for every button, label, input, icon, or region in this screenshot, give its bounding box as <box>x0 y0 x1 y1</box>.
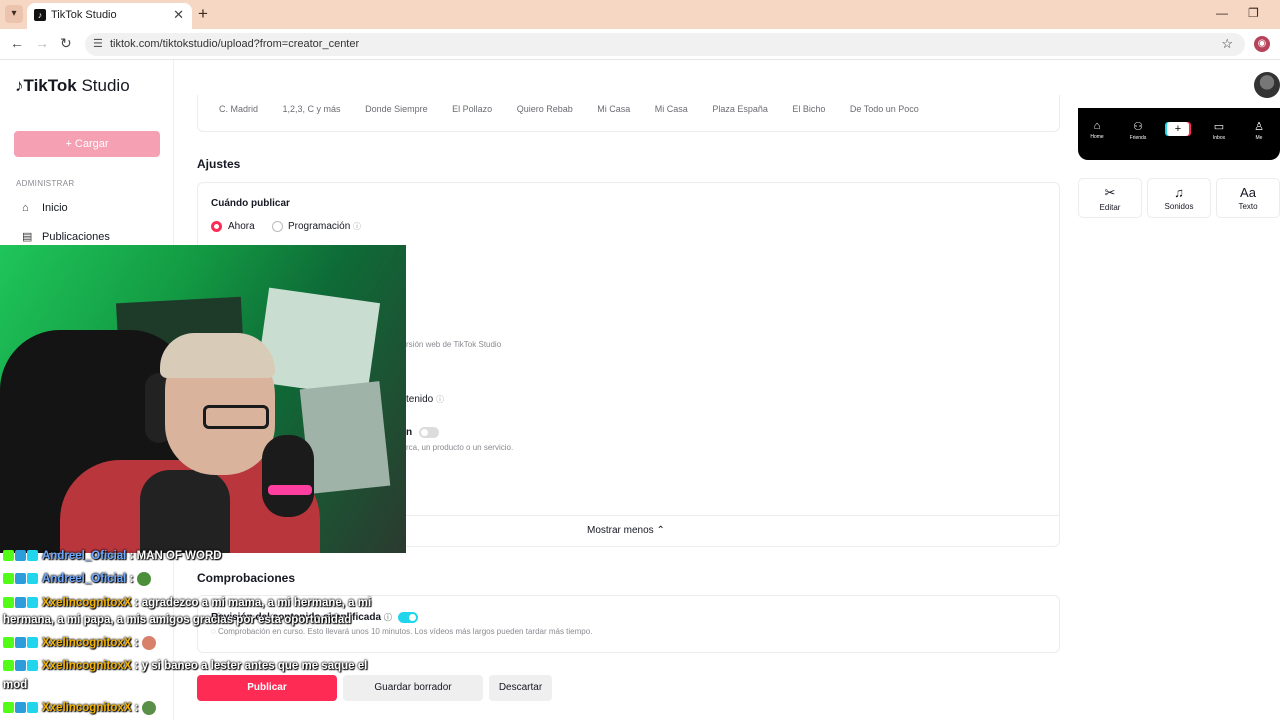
chat-badges-icon <box>3 635 39 651</box>
reload-icon[interactable]: ↻ <box>60 35 72 52</box>
sounds-tool-button[interactable]: ♫ Sonidos <box>1147 178 1211 218</box>
chat-badges-icon <box>3 548 39 564</box>
sidebar-item-label: Publicaciones <box>42 231 110 243</box>
brand-description-text: rca, un producto o un servicio. <box>406 443 514 452</box>
chat-message: XxelincognitoxX : <box>3 635 156 651</box>
chat-badges-icon <box>3 571 39 587</box>
preview-nav-me: ♙ Me <box>1244 120 1274 141</box>
location-chip[interactable]: C. Madrid <box>219 104 258 114</box>
avatar[interactable] <box>1254 72 1280 98</box>
checks-title: Comprobaciones <box>197 571 296 585</box>
forward-icon[interactable]: → <box>35 35 49 51</box>
loading-spinner-icon: ◌ <box>211 627 216 636</box>
when-publish-label: Cuándo publicar <box>211 198 290 209</box>
content-review-toggle[interactable] <box>398 612 418 623</box>
emote-icon <box>136 572 151 586</box>
radio-now[interactable] <box>211 221 222 232</box>
sidebar-section-label: ADMINISTRAR <box>16 179 75 188</box>
tab-close-icon[interactable]: ✕ <box>173 7 184 23</box>
tiktok-logo-icon: ♪ <box>15 76 24 95</box>
save-draft-button[interactable]: Guardar borrador <box>343 675 483 701</box>
location-chip[interactable]: El Pollazo <box>452 104 492 114</box>
settings-title: Ajustes <box>197 157 241 171</box>
tiktok-favicon-icon: ♪ <box>34 9 46 21</box>
preview-nav-inbox: ▭ Inbox <box>1204 120 1234 141</box>
friends-icon: ⚇ <box>1133 121 1143 133</box>
chat-message: Andreel_Oficial : <box>3 571 151 587</box>
commercial-content-toggle[interactable] <box>419 427 439 438</box>
commercial-content-label: n <box>406 427 413 438</box>
restore-icon[interactable]: ❐ <box>1248 6 1259 20</box>
discard-button[interactable]: Descartar <box>489 675 552 701</box>
preview-nav-home: ⌂ Home <box>1082 120 1112 140</box>
emote-icon <box>141 701 156 715</box>
site-info-icon[interactable]: ☰ <box>93 37 103 50</box>
info-icon: ⓘ <box>436 395 445 404</box>
browser-tab[interactable]: ♪ TikTok Studio ✕ <box>27 3 192 29</box>
browser-tab-bar: ▾ ♪ TikTok Studio ✕ + — ❐ <box>0 0 1280 29</box>
new-tab-icon[interactable]: + <box>198 4 208 24</box>
preview-nav-friends: ⚇ Friends <box>1123 120 1153 141</box>
location-chip[interactable]: Plaza España <box>712 104 768 114</box>
tab-search-dropdown-icon[interactable]: ▾ <box>5 5 23 23</box>
content-label: tenido ⓘ <box>406 394 445 405</box>
web-version-text: rsión web de TikTok Studio <box>406 340 502 349</box>
url-field[interactable]: ☰ tiktok.com/tiktokstudio/upload?from=cr… <box>85 33 1245 56</box>
extension-icon[interactable]: ◉ <box>1254 36 1270 52</box>
inbox-icon: ▭ <box>1213 121 1225 133</box>
location-chip[interactable]: Donde Siempre <box>365 104 428 114</box>
text-icon: Aa <box>1240 185 1256 200</box>
minimize-icon[interactable]: — <box>1216 6 1228 20</box>
location-chips: C. Madrid 1,2,3, C y más Donde Siempre E… <box>219 104 941 114</box>
chat-message-continuation: hermana, a mi papa, a mis amigos gracias… <box>3 614 352 626</box>
chat-badges-icon <box>3 700 39 716</box>
location-chip[interactable]: Mi Casa <box>597 104 630 114</box>
show-less-button[interactable]: Mostrar menos ⌃ <box>587 525 665 536</box>
edit-tool-button[interactable]: ✂ Editar <box>1078 178 1142 218</box>
chat-badges-icon <box>3 595 39 611</box>
tab-title: TikTok Studio <box>51 9 117 21</box>
content-review-status: ◌ Comprobación en curso. Esto llevará un… <box>211 627 593 636</box>
location-chip[interactable]: Quiero Rebab <box>517 104 573 114</box>
bookmark-star-icon[interactable]: ☆ <box>1221 36 1233 52</box>
posts-icon: ▤ <box>22 231 33 243</box>
info-icon: ⓘ <box>383 613 392 622</box>
sidebar-item-label: Inicio <box>42 202 68 214</box>
publish-button[interactable]: Publicar <box>197 675 337 701</box>
music-note-icon: ♫ <box>1174 185 1184 200</box>
home-icon: ⌂ <box>1093 120 1101 132</box>
radio-now-label: Ahora <box>228 221 255 232</box>
radio-schedule-label: Programación ⓘ <box>288 221 362 232</box>
chat-message: XxelincognitoxX : <box>3 700 156 716</box>
scissors-icon: ✂ <box>1104 185 1116 200</box>
preview-phone-nav: ⌂ Home ⚇ Friends + ▭ Inbox ♙ Me <box>1078 108 1280 160</box>
chat-badges-icon <box>3 658 39 674</box>
location-chip[interactable]: El Bicho <box>792 104 825 114</box>
emote-icon <box>141 636 156 650</box>
profile-icon: ♙ <box>1254 121 1264 133</box>
sidebar-item-publicaciones[interactable]: ▤ Publicaciones <box>22 230 110 243</box>
browser-address-bar: ← → ↻ ☰ tiktok.com/tiktokstudio/upload?f… <box>0 29 1280 60</box>
info-icon: ⓘ <box>353 222 362 231</box>
chat-message: XxelincognitoxX : agradezco a mi mama, a… <box>3 595 371 611</box>
location-chip[interactable]: Mi Casa <box>655 104 688 114</box>
home-icon: ⌂ <box>22 202 29 214</box>
chat-message-continuation: mod <box>3 679 28 691</box>
location-chip[interactable]: 1,2,3, C y más <box>283 104 341 114</box>
url-text: tiktok.com/tiktokstudio/upload?from=crea… <box>110 38 360 50</box>
chat-message: XxelincognitoxX : y si baneo a lester an… <box>3 658 367 674</box>
radio-schedule[interactable] <box>272 221 283 232</box>
chat-message: Andreel_Oficial : MAN OF WORD <box>3 548 222 564</box>
back-icon[interactable]: ← <box>10 35 24 51</box>
tiktok-studio-logo[interactable]: ♪TikTok Studio <box>15 76 130 96</box>
location-chip[interactable]: De Todo un Poco <box>850 104 919 114</box>
upload-button[interactable]: + Cargar <box>14 131 160 157</box>
chevron-up-icon: ⌃ <box>656 525 665 536</box>
sidebar-item-inicio[interactable]: ⌂ Inicio <box>22 202 68 214</box>
preview-create-icon: + <box>1167 122 1189 136</box>
webcam-overlay <box>0 245 406 553</box>
text-tool-button[interactable]: Aa Texto <box>1216 178 1280 218</box>
